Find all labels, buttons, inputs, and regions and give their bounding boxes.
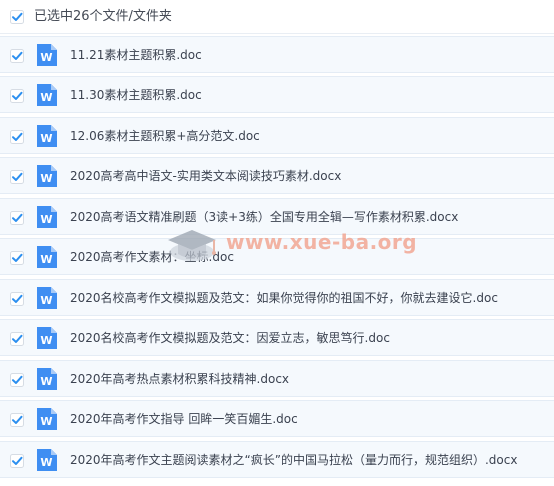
file-checkbox[interactable] — [10, 292, 24, 306]
file-row[interactable]: W 2020年高考作文主题阅读素材之“疯长”的中国马拉松（量力而行，规范组织）.d… — [0, 441, 554, 478]
file-row[interactable]: W 2020年高考作文指导 回眸一笑百媚生.doc — [0, 400, 554, 437]
file-row[interactable]: W 12.06素材主题积累+高分范文.doc — [0, 117, 554, 154]
word-doc-icon: W — [37, 44, 57, 66]
file-name: 11.30素材主题积累.doc — [70, 88, 202, 102]
svg-text:W: W — [40, 51, 52, 64]
svg-text:W: W — [40, 253, 52, 266]
file-name: 2020高考作文素材：坐标.doc — [70, 250, 234, 264]
file-checkbox[interactable] — [10, 89, 24, 103]
word-doc-icon: W — [37, 287, 57, 309]
word-doc-icon: W — [37, 246, 57, 268]
word-doc-icon: W — [37, 368, 57, 390]
file-selection-panel: 已选中26个文件/文件夹 W 11.21素材主题积累.doc W 11.30素材主题积… — [0, 0, 554, 486]
svg-text:W: W — [40, 375, 52, 388]
file-name: 2020名校高考作文模拟题及范文：因爱立志，敏思笃行.doc — [70, 331, 390, 345]
file-name: 2020年高考作文主题阅读素材之“疯长”的中国马拉松（量力而行，规范组织）.do… — [70, 453, 518, 467]
file-checkbox[interactable] — [10, 130, 24, 144]
file-checkbox[interactable] — [10, 332, 24, 346]
word-doc-icon: W — [37, 165, 57, 187]
file-row[interactable]: W 11.21素材主题积累.doc — [0, 36, 554, 73]
file-row[interactable]: W 2020高考作文素材：坐标.doc — [0, 238, 554, 275]
file-checkbox[interactable] — [10, 413, 24, 427]
file-name: 2020高考语文精准刷题（3读+3练）全国专用全辑—写作素材积累.docx — [70, 210, 459, 224]
word-doc-icon: W — [37, 84, 57, 106]
svg-text:W: W — [40, 294, 52, 307]
file-checkbox[interactable] — [10, 454, 24, 468]
svg-text:W: W — [40, 456, 52, 469]
file-row[interactable]: W 11.30素材主题积累.doc — [0, 76, 554, 113]
word-doc-icon: W — [37, 449, 57, 471]
file-checkbox[interactable] — [10, 251, 24, 265]
svg-text:W: W — [40, 132, 52, 145]
file-name: 2020名校高考作文模拟题及范文：如果你觉得你的祖国不好，你就去建设它.doc — [70, 291, 498, 305]
file-checkbox[interactable] — [10, 373, 24, 387]
file-row[interactable]: W 2020年高考热点素材积累科技精神.docx — [0, 360, 554, 397]
word-doc-icon: W — [37, 408, 57, 430]
file-checkbox[interactable] — [10, 170, 24, 184]
file-row[interactable]: W 2020名校高考作文模拟题及范文：如果你觉得你的祖国不好，你就去建设它.doc — [0, 279, 554, 316]
select-all-checkbox[interactable] — [10, 10, 24, 24]
svg-text:W: W — [40, 172, 52, 185]
file-name: 2020年高考热点素材积累科技精神.docx — [70, 372, 290, 386]
file-row[interactable]: W 2020名校高考作文模拟题及范文：因爱立志，敏思笃行.doc — [0, 319, 554, 356]
file-checkbox[interactable] — [10, 211, 24, 225]
file-name: 2020年高考作文指导 回眸一笑百媚生.doc — [70, 412, 298, 426]
word-doc-icon: W — [37, 125, 57, 147]
word-doc-icon: W — [37, 327, 57, 349]
svg-text:W: W — [40, 415, 52, 428]
file-name: 12.06素材主题积累+高分范文.doc — [70, 129, 260, 143]
selection-header: 已选中26个文件/文件夹 — [0, 0, 554, 34]
selection-count-label: 已选中26个文件/文件夹 — [34, 9, 172, 24]
svg-text:W: W — [40, 334, 52, 347]
file-checkbox[interactable] — [10, 49, 24, 63]
file-row[interactable]: W 2020高考高中语文-实用类文本阅读技巧素材.docx — [0, 157, 554, 194]
svg-text:W: W — [40, 91, 52, 104]
svg-text:W: W — [40, 213, 52, 226]
file-name: 2020高考高中语文-实用类文本阅读技巧素材.docx — [70, 169, 342, 183]
file-name: 11.21素材主题积累.doc — [70, 48, 202, 62]
file-row[interactable]: W 2020高考语文精准刷题（3读+3练）全国专用全辑—写作素材积累.docx — [0, 198, 554, 235]
word-doc-icon: W — [37, 206, 57, 228]
